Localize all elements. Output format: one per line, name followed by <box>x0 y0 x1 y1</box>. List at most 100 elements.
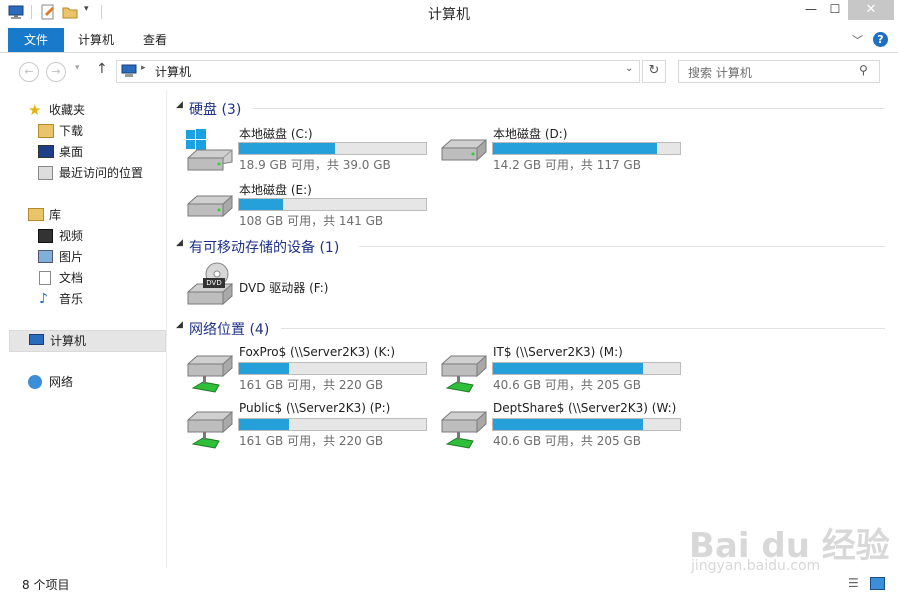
sidebar-item-music[interactable]: ♪ 音乐 <box>38 289 158 309</box>
recent-places-icon <box>38 166 53 180</box>
group-header-removable[interactable]: 有可移动存储的设备 (1) <box>189 237 339 257</box>
details-view-icon[interactable]: ☰ <box>848 576 859 590</box>
video-icon <box>38 229 53 243</box>
title-bar: 计算机 ▾ — ☐ ✕ <box>0 0 898 26</box>
drive-item-f[interactable]: DVD <box>185 262 235 310</box>
computer-icon <box>29 334 44 345</box>
group-header-network[interactable]: 网络位置 (4) <box>189 319 269 339</box>
drive-item-w[interactable] <box>439 408 489 450</box>
drive-size: 161 GB 可用，共 220 GB <box>239 434 384 448</box>
drive-usage-fill <box>493 363 643 374</box>
search-box[interactable]: 搜索 计算机 ⚲ <box>678 60 880 83</box>
sidebar-item-label: 库 <box>49 208 62 222</box>
drive-item-e[interactable] <box>185 190 235 230</box>
pictures-icon <box>38 250 53 263</box>
breadcrumb-chevron-icon[interactable]: ▸ <box>141 63 146 73</box>
address-dropdown-icon[interactable]: ⌄ <box>625 63 633 74</box>
sidebar-item-label: 收藏夹 <box>49 103 86 117</box>
collapse-group-icon[interactable]: ◢ <box>176 238 183 248</box>
group-divider <box>253 108 885 109</box>
sidebar-item-computer[interactable]: 计算机 <box>9 330 166 352</box>
tab-computer[interactable]: 计算机 <box>70 28 122 52</box>
large-icons-view-icon[interactable] <box>870 577 885 590</box>
drive-item-m[interactable] <box>439 352 489 394</box>
drive-name[interactable]: 本地磁盘 (D:) <box>493 125 567 142</box>
drive-size: 40.6 GB 可用，共 205 GB <box>493 378 641 392</box>
drive-name[interactable]: DVD 驱动器 (F:) <box>239 279 329 296</box>
help-icon[interactable]: ? <box>873 32 888 47</box>
status-bar: 8 个项目 ☰ <box>0 570 898 600</box>
back-icon[interactable]: ← <box>19 62 39 82</box>
hard-drive-icon <box>187 194 233 218</box>
drive-name[interactable]: 本地磁盘 (C:) <box>239 125 313 142</box>
drive-size: 18.9 GB 可用，共 39.0 GB <box>239 158 391 172</box>
search-input[interactable]: 搜索 计算机 <box>688 64 752 81</box>
up-icon[interactable]: ↑ <box>96 61 108 77</box>
drive-name[interactable]: 本地磁盘 (E:) <box>239 181 312 198</box>
forward-icon[interactable]: → <box>46 62 66 82</box>
libraries-icon <box>28 208 44 221</box>
content-area: ◢ 硬盘 (3) 本地磁盘 (C:) 18.9 GB 可用，共 39.0 GB … <box>167 90 898 574</box>
sidebar-item-documents[interactable]: 文档 <box>38 268 158 288</box>
hard-drive-icon <box>441 138 487 162</box>
maximize-icon[interactable]: ☐ <box>820 0 850 20</box>
recent-locations-icon[interactable]: ▾ <box>75 63 80 73</box>
drive-usage-bar <box>238 418 427 431</box>
drive-item-k[interactable] <box>185 352 235 394</box>
drive-size: 14.2 GB 可用，共 117 GB <box>493 158 641 172</box>
drive-name[interactable]: IT$ (\\Server2K3) (M:) <box>493 345 623 359</box>
drive-name[interactable]: Public$ (\\Server2K3) (P:) <box>239 401 390 415</box>
sidebar-item-label: 网络 <box>49 375 74 389</box>
sidebar-item-network[interactable]: 网络 <box>28 372 158 392</box>
tab-view[interactable]: 查看 <box>132 28 178 52</box>
drive-item-d[interactable] <box>439 134 489 174</box>
item-count: 8 个项目 <box>22 578 70 592</box>
network-drive-icon <box>187 354 233 393</box>
drive-usage-fill <box>493 143 658 154</box>
downloads-folder-icon <box>38 124 54 138</box>
address-bar[interactable]: ▸ 计算机 ⌄ <box>116 60 640 83</box>
network-drive-icon <box>441 354 487 393</box>
properties-icon[interactable] <box>40 4 56 20</box>
drive-usage-bar <box>492 418 681 431</box>
window-title: 计算机 <box>428 7 470 23</box>
drive-usage-fill <box>239 199 283 210</box>
sidebar-item-downloads[interactable]: 下载 <box>38 121 158 141</box>
collapse-group-icon[interactable]: ◢ <box>176 320 183 330</box>
network-icon <box>28 375 42 389</box>
group-header-hard-disks[interactable]: 硬盘 (3) <box>189 99 241 119</box>
drive-usage-bar <box>238 362 427 375</box>
refresh-icon[interactable]: ↻ <box>642 60 666 83</box>
tab-file[interactable]: 文件 <box>8 28 64 52</box>
sidebar-item-label: 计算机 <box>50 334 87 348</box>
drive-size: 161 GB 可用，共 220 GB <box>239 378 384 392</box>
sidebar-item-pictures[interactable]: 图片 <box>38 247 158 267</box>
drive-usage-bar <box>492 362 681 375</box>
customize-toolbar-icon[interactable]: ▾ <box>84 4 89 14</box>
drive-usage-bar <box>238 198 427 211</box>
sidebar-item-favorites[interactable]: ★ 收藏夹 <box>28 100 158 120</box>
breadcrumb-computer[interactable]: 计算机 <box>155 63 191 80</box>
drive-usage-bar <box>238 142 427 155</box>
drive-usage-fill <box>239 419 290 430</box>
search-icon[interactable]: ⚲ <box>859 63 868 77</box>
new-folder-icon[interactable] <box>62 4 78 20</box>
computer-icon[interactable] <box>8 4 24 20</box>
music-icon: ♪ <box>39 291 48 307</box>
drive-name[interactable]: DeptShare$ (\\Server2K3) (W:) <box>493 401 676 415</box>
group-divider <box>359 246 885 247</box>
expand-ribbon-icon[interactable]: ﹀ <box>852 32 863 48</box>
sidebar-item-label: 视频 <box>59 229 84 243</box>
computer-icon <box>121 64 137 77</box>
close-icon[interactable]: ✕ <box>848 0 894 20</box>
titlebar-divider <box>31 5 32 19</box>
sidebar-item-videos[interactable]: 视频 <box>38 226 158 246</box>
star-icon: ★ <box>28 101 42 119</box>
sidebar-item-libraries[interactable]: 库 <box>28 205 158 225</box>
drive-name[interactable]: FoxPro$ (\\Server2K3) (K:) <box>239 345 395 359</box>
sidebar-item-desktop[interactable]: 桌面 <box>38 142 158 162</box>
sidebar-item-recent-places[interactable]: 最近访问的位置 <box>38 163 162 183</box>
drive-item-p[interactable] <box>185 408 235 450</box>
drive-item-c[interactable] <box>185 128 235 174</box>
collapse-group-icon[interactable]: ◢ <box>176 100 183 110</box>
